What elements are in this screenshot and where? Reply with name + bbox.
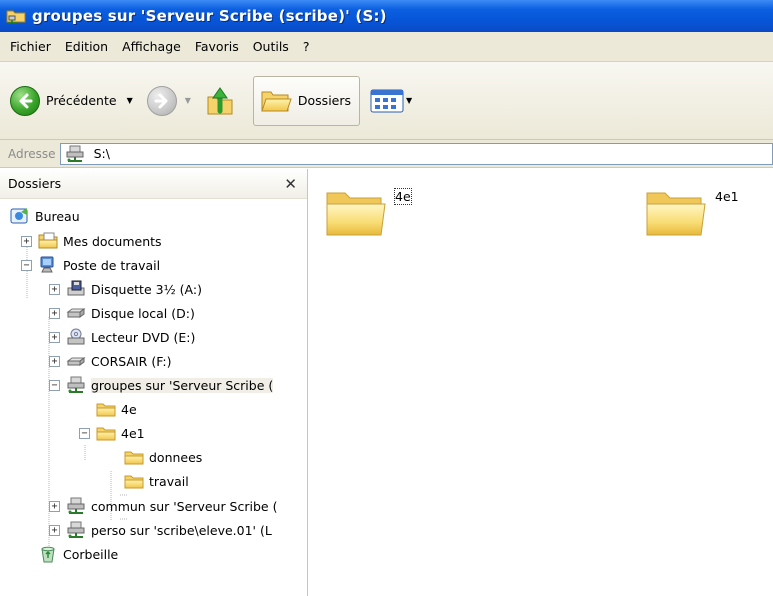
folder-up-icon [207,86,233,114]
content-item-4e[interactable]: 4e [323,183,412,241]
menu-edition[interactable]: Edition [58,39,115,54]
content-item-label: 4e1 [715,189,739,204]
menu-outils[interactable]: Outils [246,39,296,54]
address-field[interactable]: S:\ [59,142,773,165]
title-bar[interactable]: groupes sur 'Serveur Scribe (scribe)' (S… [0,0,773,32]
tree-item-poste-de-travail[interactable]: − Poste de travail [21,253,160,277]
expand-icon[interactable]: + [49,307,60,319]
tree-item-mes-documents[interactable]: + Mes documents [21,229,162,253]
tree-item-perso[interactable]: + perso sur 'scribe\eleve.01' (L [49,518,272,542]
folder-icon [96,403,116,417]
tree-item-bureau[interactable]: Bureau [10,204,80,228]
expand-icon[interactable]: + [49,283,60,295]
recycle-bin-icon [41,546,55,563]
folders-pane-title: Dossiers [8,176,62,191]
tree-item-4e[interactable]: 4e [96,397,137,421]
tree-item-label: commun sur 'Serveur Scribe ( [91,498,278,514]
expand-icon[interactable]: + [49,500,60,512]
back-arrow-icon [10,85,40,116]
network-drive-icon [67,497,85,515]
expand-icon[interactable]: + [49,331,60,343]
network-drive-icon [65,144,84,162]
content-item-label: 4e [394,188,412,205]
menu-bar: Fichier Edition Affichage Favoris Outils… [0,32,773,62]
tree-item-label: perso sur 'scribe\eleve.01' (L [91,522,272,538]
folders-button[interactable]: Dossiers [252,75,361,126]
tree-item-label: Lecteur DVD (E:) [91,329,196,345]
hard-drive-icon [66,308,86,318]
tree-item-floppy[interactable]: + Disquette 3½ (A:) [49,277,202,301]
tree-item-label: 4e1 [121,425,145,441]
tree-item-groupes[interactable]: − groupes sur 'Serveur Scribe ( [49,373,274,397]
expand-icon[interactable]: + [21,235,32,247]
close-icon[interactable]: ✕ [284,175,297,193]
expand-icon[interactable]: + [49,355,60,367]
my-documents-icon [38,232,58,249]
content-item-4e1[interactable]: 4e1 [643,183,739,241]
tree-item-label: Poste de travail [63,257,161,273]
views-icon [370,89,404,112]
views-button[interactable]: ▼ [370,88,412,114]
tree-item-local-disk[interactable]: + Disque local (D:) [49,301,195,325]
tree-item-label: travail [149,473,189,489]
network-drive-icon [67,521,85,539]
folder-icon [124,451,144,465]
toolbar: Précédente ▼ ▼ Dossiers ▼ [0,62,773,140]
back-label: Précédente [46,93,117,108]
forward-button[interactable]: ▼ [143,77,195,125]
menu-affichage[interactable]: Affichage [115,39,188,54]
expand-icon[interactable]: + [49,524,60,536]
tree-item-label: CORSAIR (F:) [91,353,172,369]
content-pane: 4e 4e1 [309,169,773,596]
folder-icon [646,192,706,236]
address-bar: Adresse S:\ [0,140,773,168]
collapse-icon[interactable]: − [79,427,90,439]
folders-pane-header: Dossiers ✕ [0,169,307,199]
forward-dropdown-icon[interactable]: ▼ [185,96,191,105]
desktop-icon [10,208,28,224]
window-title: groupes sur 'Serveur Scribe (scribe)' (S… [32,7,387,25]
tree-item-label: 4e [121,401,137,417]
menu-help[interactable]: ? [296,39,317,54]
menu-fichier[interactable]: Fichier [3,39,58,54]
folders-label: Dossiers [297,93,352,108]
folder-icon [124,475,144,489]
tree-item-commun[interactable]: + commun sur 'Serveur Scribe ( [49,494,277,518]
address-label: Adresse [8,146,56,161]
tree-item-label: Disquette 3½ (A:) [91,281,202,297]
forward-arrow-icon [146,85,177,116]
tree-item-corbeille[interactable]: Corbeille [38,542,118,566]
folders-icon [261,91,292,111]
folders-pane: Dossiers ✕ Bureau + Mes documents − Post… [0,169,308,596]
collapse-icon[interactable]: − [49,379,60,391]
address-value[interactable]: S:\ [94,146,110,161]
tree-item-label: donnees [149,449,203,465]
tree-item-donnees[interactable]: donnees [124,445,202,469]
tree-item-label: groupes sur 'Serveur Scribe ( [91,377,274,393]
folder-icon [96,427,116,441]
tree-item-travail[interactable]: travail [124,469,189,493]
back-dropdown-icon[interactable]: ▼ [127,96,133,105]
tree-item-label: Disque local (D:) [91,305,195,321]
network-drive-icon [67,376,85,394]
tree-item-label: Bureau [35,208,80,224]
tree-item-4e1[interactable]: − 4e1 [79,421,145,445]
menu-favoris[interactable]: Favoris [188,39,246,54]
tree-item-corsair[interactable]: + CORSAIR (F:) [49,349,172,373]
tree-item-dvd-drive[interactable]: + Lecteur DVD (E:) [49,325,195,349]
removable-drive-icon [66,357,86,366]
my-computer-icon [40,256,54,273]
dvd-drive-icon [67,328,85,345]
back-button[interactable]: Précédente ▼ [6,77,137,125]
tree-item-label: Corbeille [63,546,119,562]
up-button[interactable] [201,77,239,125]
network-folder-icon [6,10,26,24]
collapse-icon[interactable]: − [21,259,32,271]
floppy-drive-icon [67,280,85,296]
folder-icon [326,192,386,236]
tree-item-label: Mes documents [63,233,162,249]
views-dropdown-icon[interactable]: ▼ [406,96,412,105]
